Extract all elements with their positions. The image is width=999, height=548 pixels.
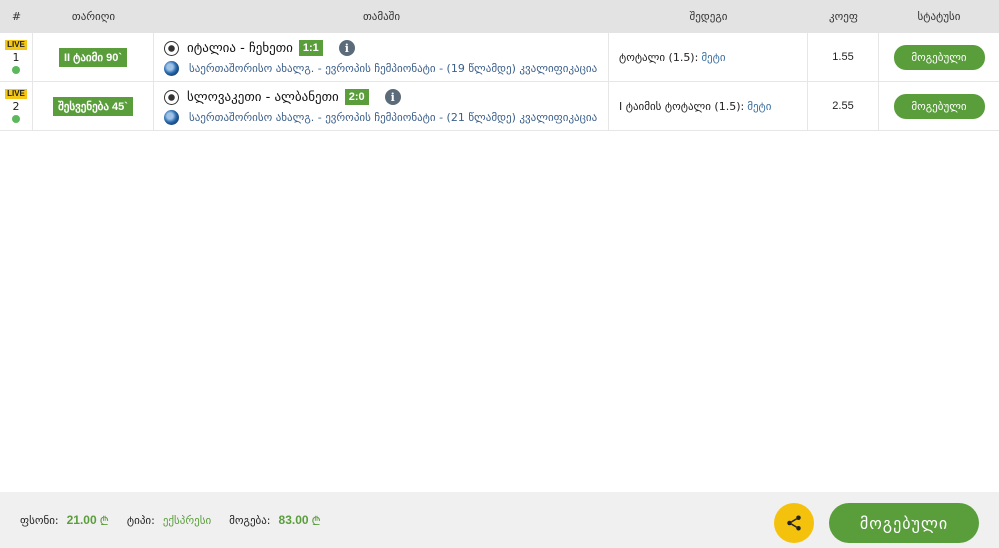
header-date: თარიღი (71, 10, 116, 23)
bet-rows: LIVE 1 II ტაიმი 90` იტალია - ჩეხეთი 1:1 … (0, 33, 999, 131)
row-bet-cell: I ტაიმის ტოტალი (1.5): მეტი (609, 82, 808, 130)
row-status-cell: მოგებული (879, 82, 999, 130)
football-icon (164, 89, 179, 105)
header-number: # (11, 10, 22, 23)
won-status-button[interactable]: მოგებული (829, 503, 979, 543)
row-bet-cell: ტოტალი (1.5): მეტი (609, 33, 808, 81)
header-game: თამაში (362, 10, 401, 23)
competition-icon (164, 61, 179, 76)
score-badge: 2:0 (344, 89, 369, 105)
live-badge: LIVE (5, 89, 27, 99)
row-game-cell: იტალია - ჩეხეთი 1:1 i საერთაშორისო ახალგ… (154, 33, 609, 81)
bet-selection: მეტი (747, 99, 772, 113)
bet-footer: ფსონი: 21.00 ₾ ტიპი: ექსპრესი მოგება: 83… (0, 492, 999, 548)
row-number-cell: LIVE 1 (0, 33, 33, 81)
type-label: ტიპი: (126, 513, 155, 527)
header-status: სტატუსი (917, 10, 961, 23)
table-header: # თარიღი თამაში შედეგი კოეფ სტატუსი (0, 0, 999, 33)
row-index: 1 (12, 51, 20, 64)
row-index: 2 (12, 100, 20, 113)
type-value: ექსპრესი (162, 513, 212, 527)
row-status-cell: მოგებული (879, 33, 999, 81)
row-number-cell: LIVE 2 (0, 82, 33, 130)
currency-symbol: ₾ (311, 513, 321, 528)
stake-label: ფსონი: (20, 513, 59, 527)
competition-icon (164, 110, 179, 125)
status-badge: მოგებული (893, 93, 985, 119)
header-odds: კოეფ (829, 10, 858, 23)
competition-name: საერთაშორისო ახალგ. - ევროპის ჩემპიონატი… (188, 111, 598, 124)
row-game-cell: სლოვაკეთი - ალბანეთი 2:0 i საერთაშორისო … (154, 82, 609, 130)
win-value: 83.00 (278, 513, 309, 527)
match-name[interactable]: იტალია - ჩეხეთი (187, 41, 293, 56)
table-row: LIVE 2 შესვენება 45` სლოვაკეთი - ალბანეთ… (0, 82, 999, 131)
football-icon (164, 40, 179, 56)
info-icon[interactable]: i (338, 40, 355, 56)
bet-market: I ტაიმის ტოტალი (1.5): (619, 99, 745, 113)
win-label: მოგება: (229, 513, 271, 527)
match-period-badge: შესვენება 45` (53, 96, 133, 116)
share-button[interactable] (774, 503, 814, 543)
match-period-badge: II ტაიმი 90` (58, 47, 128, 67)
live-indicator-dot (12, 115, 20, 123)
bet-summary: ფსონი: 21.00 ₾ ტიპი: ექსპრესი მოგება: 83… (20, 512, 321, 529)
stake-value: 21.00 (66, 513, 97, 527)
row-date-cell: II ტაიმი 90` (33, 33, 154, 81)
header-bet: შედეგი (689, 10, 728, 23)
info-icon[interactable]: i (384, 89, 401, 105)
currency-symbol: ₾ (99, 513, 109, 528)
live-indicator-dot (12, 66, 20, 74)
score-badge: 1:1 (298, 40, 323, 56)
bet-market: ტოტალი (1.5): (619, 50, 699, 64)
row-date-cell: შესვენება 45` (33, 82, 154, 130)
live-badge: LIVE (5, 40, 27, 50)
share-icon (787, 515, 801, 531)
table-row: LIVE 1 II ტაიმი 90` იტალია - ჩეხეთი 1:1 … (0, 33, 999, 82)
row-odds-cell: 2.55 (808, 82, 879, 130)
row-odds-cell: 1.55 (808, 33, 879, 81)
match-name[interactable]: სლოვაკეთი - ალბანეთი (187, 90, 339, 105)
bet-selection: მეტი (701, 50, 726, 64)
status-badge: მოგებული (893, 44, 985, 70)
competition-name: საერთაშორისო ახალგ. - ევროპის ჩემპიონატი… (188, 62, 598, 75)
